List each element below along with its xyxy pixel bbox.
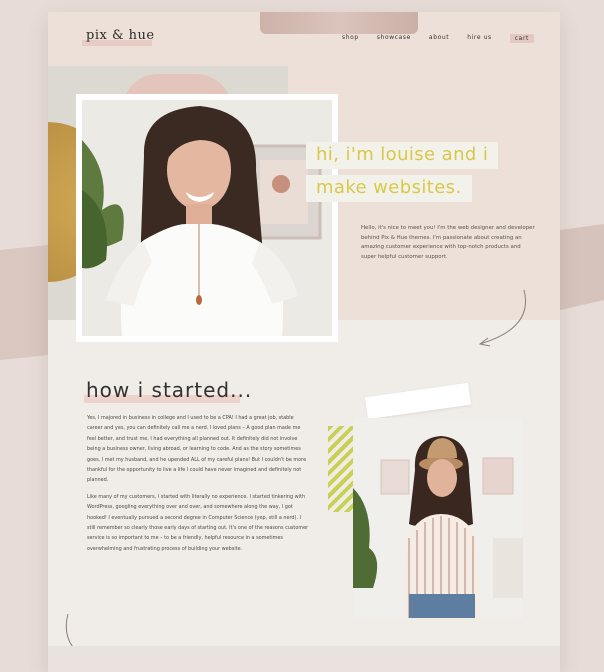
hero-portrait-photo bbox=[82, 100, 332, 336]
paper-card-decoration bbox=[364, 382, 472, 420]
hero-photo-frame bbox=[76, 94, 338, 342]
footer-band bbox=[48, 646, 560, 672]
website-page: pix & hue shop showcase about hire us ca… bbox=[48, 12, 560, 672]
nav-hire-us[interactable]: hire us bbox=[467, 34, 492, 43]
striped-decoration bbox=[328, 426, 354, 512]
nav-about[interactable]: about bbox=[429, 34, 449, 43]
section-title: how i started... bbox=[86, 378, 253, 402]
curved-arrow-decoration bbox=[478, 289, 526, 347]
story-text: Yes, I majored in business in college an… bbox=[87, 413, 309, 560]
paint-stroke-decoration bbox=[260, 12, 418, 34]
story-paragraph-1: Yes, I majored in business in college an… bbox=[87, 415, 307, 484]
nav-cart[interactable]: cart bbox=[509, 34, 534, 43]
hero-intro-text: Hello, it's nice to meet you! I'm the we… bbox=[361, 225, 535, 260]
headline-line-2: make websites. bbox=[306, 175, 472, 202]
story-paragraph-2: Like many of my customers, I started wit… bbox=[87, 493, 309, 552]
nav-shop[interactable]: shop bbox=[342, 34, 359, 43]
hero-headline: hi, i'm louise and i make websites. bbox=[306, 142, 499, 208]
headline-line-1: hi, i'm louise and i bbox=[306, 142, 499, 169]
main-nav: shop showcase about hire us cart bbox=[342, 34, 534, 43]
site-logo[interactable]: pix & hue bbox=[86, 28, 155, 43]
nav-showcase[interactable]: showcase bbox=[377, 34, 411, 43]
secondary-portrait-photo bbox=[353, 418, 523, 618]
